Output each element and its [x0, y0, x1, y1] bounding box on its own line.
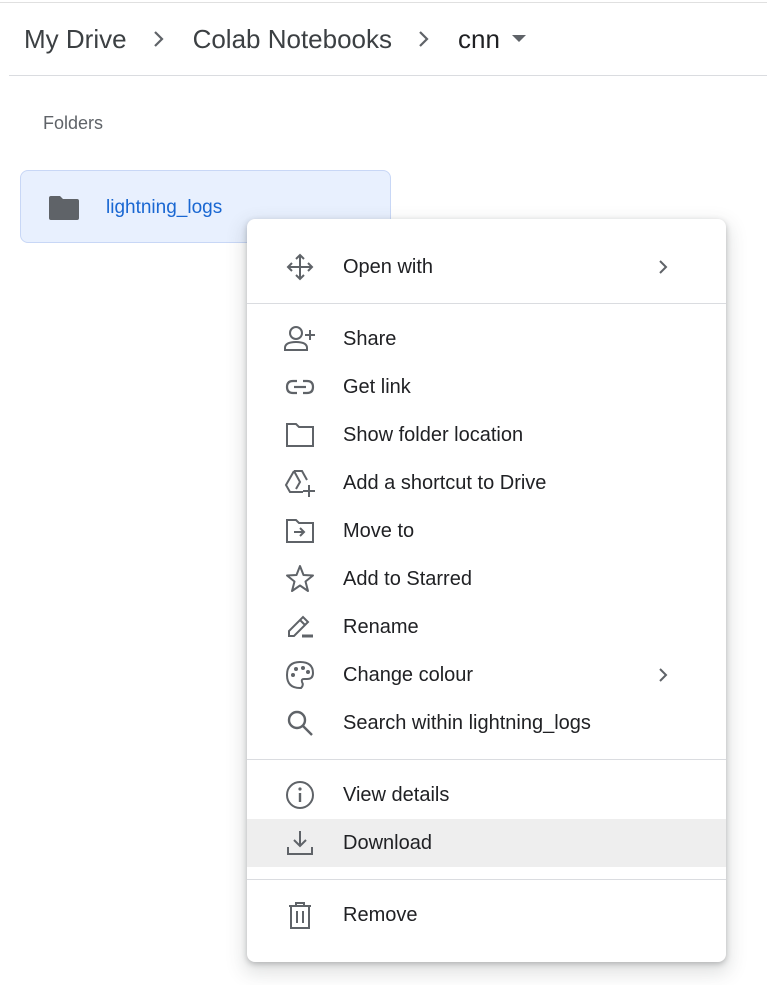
drive-shortcut-icon — [283, 467, 317, 499]
link-icon — [283, 371, 317, 403]
header-divider — [9, 75, 767, 76]
trash-icon — [283, 899, 317, 931]
person-add-icon — [283, 323, 317, 355]
menu-item-rename[interactable]: Rename — [247, 603, 726, 651]
menu-item-label: Search within lightning_logs — [343, 712, 591, 734]
menu-item-add-shortcut[interactable]: Add a shortcut to Drive — [247, 459, 726, 507]
menu-item-label: Get link — [343, 376, 411, 398]
menu-item-move-to[interactable]: Move to — [247, 507, 726, 555]
menu-divider — [247, 759, 726, 760]
menu-item-share[interactable]: Share — [247, 315, 726, 363]
menu-item-search-within[interactable]: Search within lightning_logs — [247, 699, 726, 747]
breadcrumb-my-drive[interactable]: My Drive — [24, 16, 127, 62]
menu-item-label: Download — [343, 832, 432, 854]
folder-outline-icon — [283, 419, 317, 451]
menu-item-label: Move to — [343, 520, 415, 542]
pencil-icon — [283, 611, 317, 643]
chevron-right-icon — [411, 26, 437, 52]
menu-divider — [247, 879, 726, 880]
download-icon — [283, 827, 317, 859]
menu-item-show-folder-location[interactable]: Show folder location — [247, 411, 726, 459]
breadcrumb-colab-notebooks[interactable]: Colab Notebooks — [193, 16, 392, 62]
star-outline-icon — [283, 563, 317, 595]
menu-item-download[interactable]: Download — [247, 819, 726, 867]
caret-down-icon[interactable] — [511, 32, 526, 46]
move-to-folder-icon — [283, 515, 317, 547]
menu-item-label: Add to Starred — [343, 568, 472, 590]
chevron-right-icon — [653, 257, 673, 277]
info-icon — [283, 779, 317, 811]
menu-item-label: View details — [343, 784, 450, 806]
top-border — [0, 2, 767, 3]
search-icon — [283, 707, 317, 739]
menu-item-label: Add a shortcut to Drive — [343, 472, 547, 494]
chevron-right-icon — [146, 26, 172, 52]
menu-divider — [247, 303, 726, 304]
menu-item-add-to-starred[interactable]: Add to Starred — [247, 555, 726, 603]
folders-section-label: Folders — [43, 113, 104, 133]
menu-item-label: Remove — [343, 904, 418, 926]
context-menu: Open with Share Get link Show folder loc… — [247, 219, 726, 962]
menu-item-label: Rename — [343, 616, 419, 638]
menu-item-label: Share — [343, 328, 397, 350]
folder-name: lightning_logs — [106, 197, 223, 218]
menu-item-label: Change colour — [343, 664, 474, 686]
chevron-right-icon — [653, 665, 673, 685]
menu-item-label: Show folder location — [343, 424, 524, 446]
menu-item-change-colour[interactable]: Change colour — [247, 651, 726, 699]
palette-icon — [283, 659, 317, 691]
menu-item-label: Open with — [343, 256, 434, 278]
menu-item-view-details[interactable]: View details — [247, 771, 726, 819]
folder-icon — [48, 195, 80, 221]
menu-item-remove[interactable]: Remove — [247, 891, 726, 939]
breadcrumb: My Drive Colab Notebooks cnn — [24, 16, 526, 62]
menu-item-open-with[interactable]: Open with — [247, 243, 726, 291]
breadcrumb-cnn[interactable]: cnn — [458, 16, 500, 62]
move-arrows-icon — [283, 251, 317, 283]
menu-item-get-link[interactable]: Get link — [247, 363, 726, 411]
